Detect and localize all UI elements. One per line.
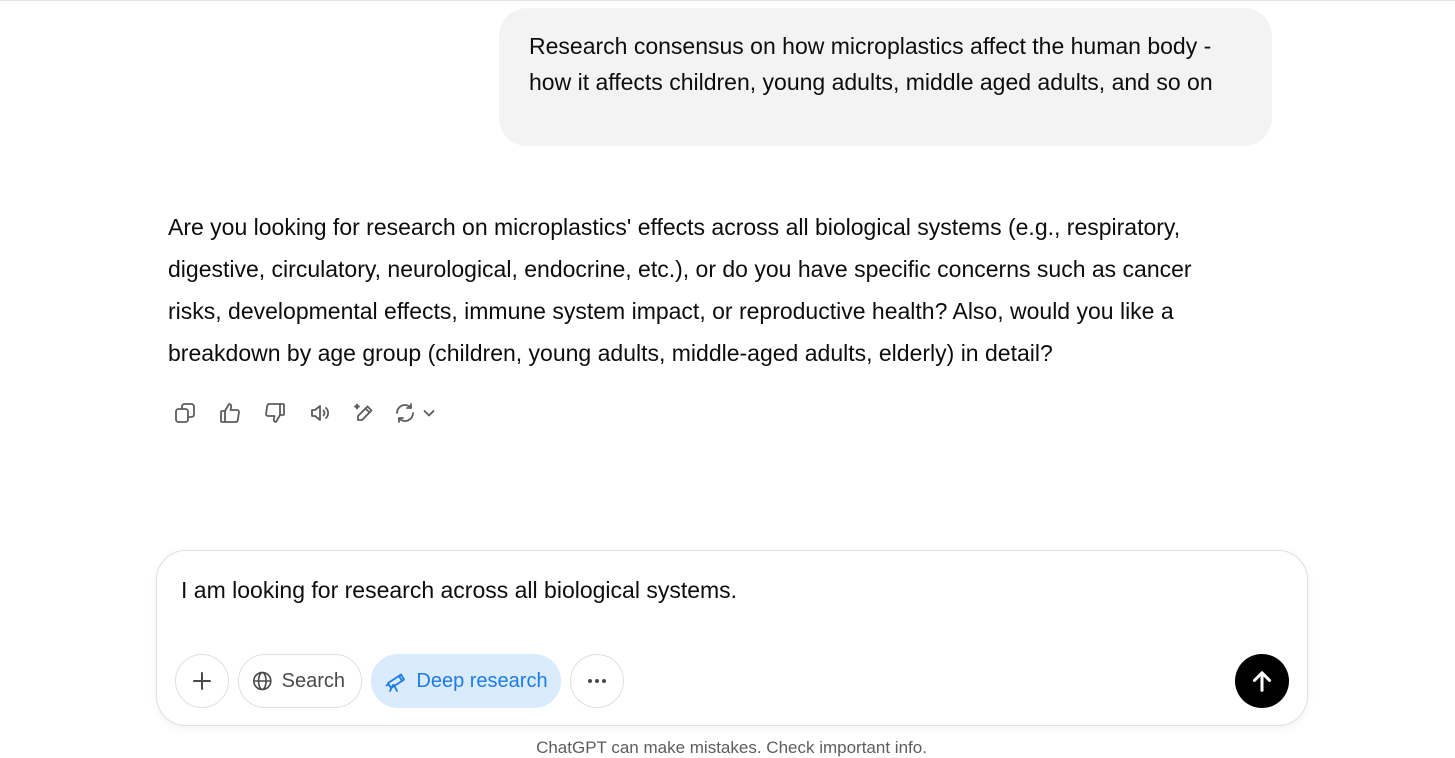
regenerate-icon [396,403,414,423]
read-aloud-button[interactable] [303,396,337,430]
plus-icon [193,672,211,690]
message-composer: I am looking for research across all bio… [156,550,1308,726]
search-label: Search [281,669,345,692]
user-message-text: Research consensus on how microplastics … [529,33,1213,95]
edit-icon [354,403,373,421]
top-divider [0,0,1455,1]
copy-icon [175,403,195,423]
deep-research-label: Deep research [416,669,548,692]
attach-button[interactable] [175,654,229,708]
prompt-input[interactable]: I am looking for research across all bio… [181,573,1261,607]
telescope-icon [386,673,406,692]
more-horizontal-icon [588,679,606,683]
globe-icon [253,671,272,691]
send-button[interactable] [1235,654,1289,708]
deep-research-button[interactable]: Deep research [371,654,561,708]
chevron-down-icon [423,410,435,417]
user-message-bubble: Research consensus on how microplastics … [499,8,1272,146]
thumbs-down-icon [265,403,285,423]
edit-in-canvas-button[interactable] [348,396,382,430]
thumbs-up-icon [220,403,240,423]
disclaimer-text: ChatGPT can make mistakes. Check importa… [536,738,927,757]
message-action-bar [168,396,437,430]
more-tools-button[interactable] [570,654,624,708]
copy-button[interactable] [168,396,202,430]
good-response-button[interactable] [213,396,247,430]
arrow-up-icon [1252,671,1272,692]
read-aloud-icon [311,405,329,421]
search-toggle-button[interactable]: Search [238,654,362,708]
regenerate-button[interactable] [393,396,437,430]
assistant-message: Are you looking for research on micropla… [168,214,1192,366]
bad-response-button[interactable] [258,396,292,430]
